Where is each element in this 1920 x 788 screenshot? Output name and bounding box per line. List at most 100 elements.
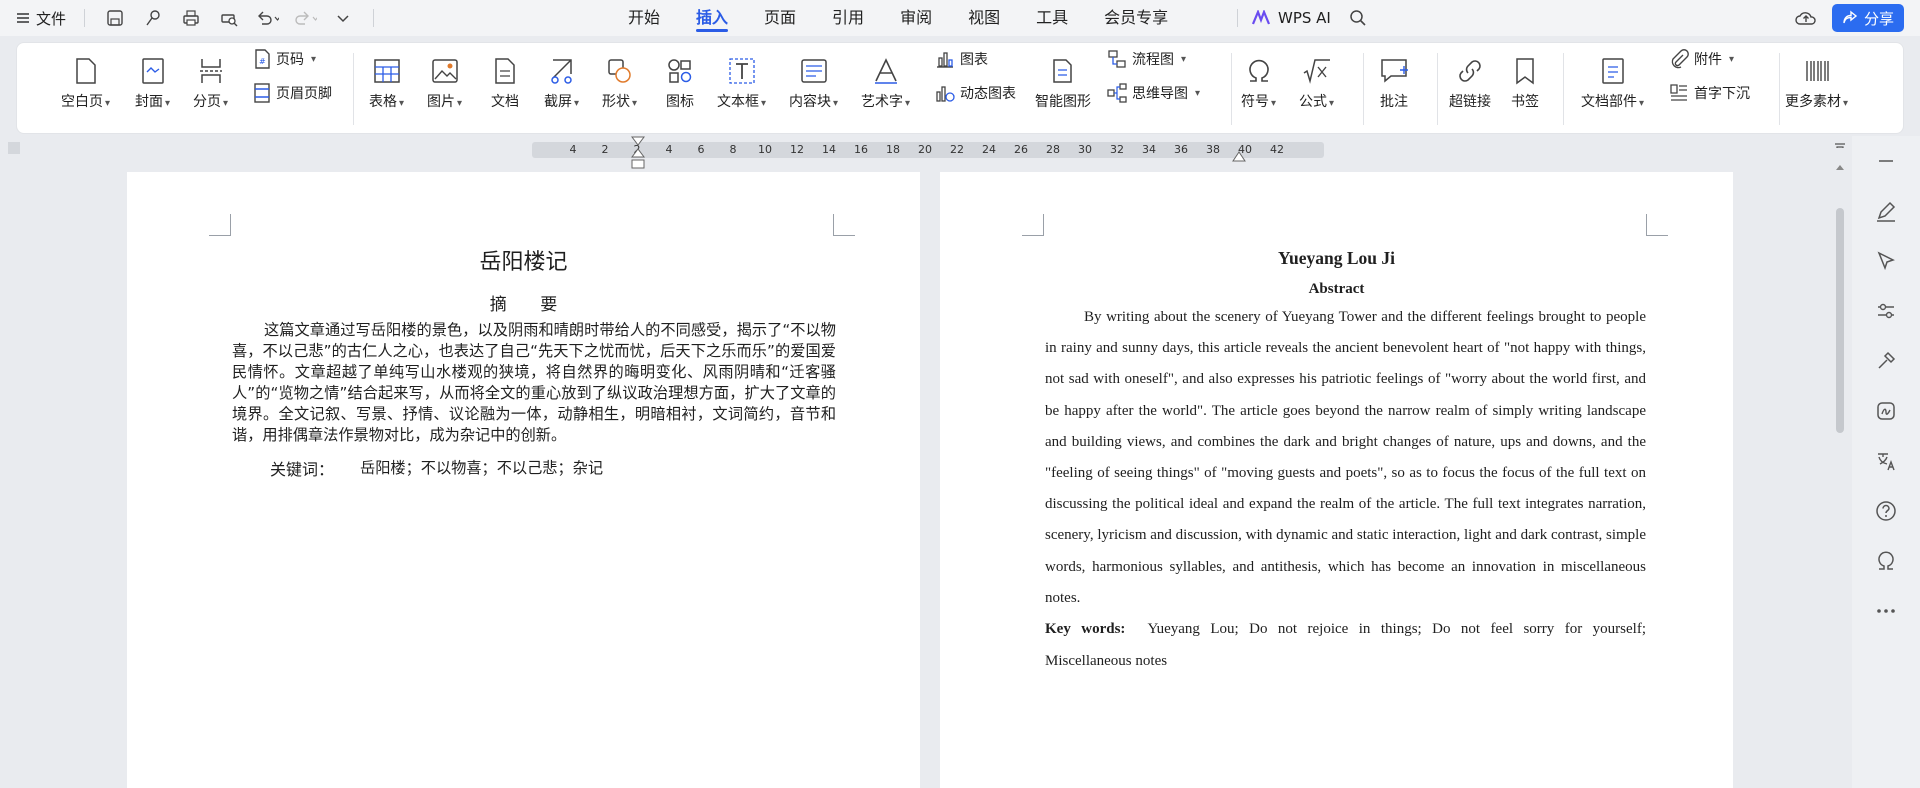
right-indent-marker[interactable] [1232, 150, 1246, 162]
page-number-label: 页码 [276, 52, 304, 68]
undo-icon[interactable] [255, 6, 280, 30]
en-abstract-heading[interactable]: Abstract [940, 281, 1733, 298]
tab-references[interactable]: 引用 [814, 0, 882, 36]
textbox-icon [728, 51, 756, 91]
save-icon[interactable] [103, 6, 127, 30]
tab-view[interactable]: 视图 [950, 0, 1018, 36]
print-icon[interactable] [179, 6, 203, 30]
omega-icon[interactable] [1875, 536, 1897, 586]
flowchart-label: 流程图 [1132, 52, 1174, 68]
blank-page-button[interactable]: 空白页 ▾ [61, 51, 110, 113]
translate-icon[interactable] [1875, 436, 1897, 486]
doc-parts-button[interactable]: 文档部件 ▾ [1581, 51, 1644, 113]
ruler-tick-label: 4 [569, 143, 577, 156]
help-icon[interactable] [1875, 486, 1897, 536]
divider [1563, 53, 1564, 125]
content-block-button[interactable]: 内容块 ▾ [789, 51, 838, 113]
tools-icon[interactable] [1875, 336, 1897, 386]
tab-tools[interactable]: 工具 [1018, 0, 1086, 36]
wordart-button[interactable]: 艺术字 ▾ [861, 51, 910, 113]
tab-stop-selector[interactable] [8, 142, 20, 154]
page-break-icon [198, 51, 224, 91]
document-button[interactable]: 文档 [491, 51, 519, 113]
comment-button[interactable]: 批注 [1379, 51, 1409, 113]
collapse-icon[interactable] [1876, 136, 1896, 186]
ruler-tick-label: 28 [1046, 143, 1060, 156]
header-footer-label: 页眉页脚 [276, 86, 332, 102]
pen-icon[interactable] [1875, 186, 1897, 236]
ruler-tick-label: 18 [886, 143, 900, 156]
attachment-button[interactable]: 附件 ▾ [1669, 49, 1734, 69]
share-button[interactable]: 分享 [1831, 4, 1904, 32]
dynamic-chart-icon [935, 83, 955, 103]
mindmap-button[interactable]: 思维导图 ▾ [1107, 83, 1200, 103]
ruler-tick-label: 32 [1110, 143, 1124, 156]
screenshot-button[interactable]: 截屏 ▾ [544, 51, 579, 113]
header-footer-button[interactable]: 页眉页脚 [253, 83, 332, 103]
search-icon[interactable] [1349, 9, 1367, 27]
chart-button[interactable]: 图表 [935, 49, 988, 69]
margin-corner [1022, 214, 1044, 236]
ruler-tick-label: 22 [950, 143, 964, 156]
formula-button[interactable]: 公式 ▾ [1299, 51, 1334, 113]
ruler-tick-label: 16 [854, 143, 868, 156]
ribbon-tabs: 开始 插入 页面 引用 审阅 视图 工具 会员专享 [610, 0, 1186, 36]
icon-library-button[interactable]: 图标 [666, 51, 694, 113]
share-link-icon[interactable] [141, 6, 165, 30]
sign-icon[interactable] [1875, 386, 1897, 436]
tab-home[interactable]: 开始 [610, 0, 678, 36]
en-abstract-body[interactable]: By writing about the scenery of Yueyang … [1045, 302, 1646, 614]
ruler-tick-label: 36 [1174, 143, 1188, 156]
dynamic-chart-button[interactable]: 动态图表 [935, 83, 1016, 103]
hyperlink-label: 超链接 [1449, 94, 1491, 110]
section-label: 分页 [193, 94, 221, 110]
select-cursor-icon[interactable] [1875, 236, 1897, 286]
more-materials-button[interactable]: 更多素材 ▾ [1785, 51, 1848, 113]
bookmark-button[interactable]: 书签 [1511, 51, 1539, 113]
tab-insert[interactable]: 插入 [678, 0, 746, 36]
drop-cap-button[interactable]: 首字下沉 [1669, 83, 1750, 103]
vertical-scrollbar[interactable] [1834, 148, 1846, 788]
paperclip-icon [1669, 49, 1689, 69]
wps-ai-button[interactable]: WPS AI [1233, 0, 1367, 36]
chevron-down-icon[interactable] [331, 6, 355, 30]
section-break-button[interactable]: 分页 ▾ [193, 51, 228, 113]
cover-button[interactable]: 封面 ▾ [135, 51, 170, 113]
picture-button[interactable]: 图片 ▾ [427, 51, 462, 113]
tab-review[interactable]: 审阅 [882, 0, 950, 36]
file-menu-button[interactable]: 文件 [16, 8, 66, 29]
scroll-up-icon[interactable] [1836, 164, 1844, 170]
print-preview-icon[interactable] [217, 6, 241, 30]
scrollbar-thumb[interactable] [1836, 208, 1844, 433]
margin-corner [1646, 214, 1668, 236]
flowchart-button[interactable]: 流程图 ▾ [1107, 49, 1186, 69]
cn-abstract-body[interactable]: 这篇文章通过写岳阳楼的景色，以及阴雨和晴朗时带给人的不同感受，揭示了“不以物喜，… [232, 320, 836, 446]
page-number-button[interactable]: # 页码 ▾ [253, 49, 316, 69]
document-label: 文档 [491, 94, 519, 110]
smart-graphic-icon [1049, 51, 1077, 91]
shape-button[interactable]: 形状 ▾ [602, 51, 637, 113]
symbol-button[interactable]: 符号 ▾ [1241, 51, 1276, 113]
en-title[interactable]: Yueyang Lou Ji [940, 248, 1733, 269]
ruler-tick-label: 34 [1142, 143, 1156, 156]
ruler-tick-label: 26 [1014, 143, 1028, 156]
cn-keywords[interactable]: 关键词： 岳阳楼；不以物喜；不以己悲；杂记 [270, 456, 603, 480]
tab-page[interactable]: 页面 [746, 0, 814, 36]
textbox-button[interactable]: 文本框 ▾ [717, 51, 766, 113]
cn-title[interactable]: 岳阳楼记 [127, 244, 920, 276]
cn-abstract-heading[interactable]: 摘 要 [127, 290, 920, 315]
tab-member[interactable]: 会员专享 [1086, 0, 1186, 36]
adjust-sliders-icon[interactable] [1875, 286, 1897, 336]
indent-marker[interactable] [631, 136, 645, 170]
redo-icon[interactable] [293, 6, 318, 30]
table-button[interactable]: 表格 ▾ [369, 51, 404, 113]
wps-ai-icon [1252, 10, 1272, 26]
header-footer-icon [253, 83, 271, 103]
more-icon[interactable] [1875, 586, 1897, 636]
smart-graphic-button[interactable]: 智能图形 [1035, 51, 1091, 113]
cloud-upload-icon[interactable] [1794, 6, 1818, 30]
hyperlink-button[interactable]: 超链接 [1449, 51, 1491, 113]
horizontal-ruler[interactable]: 4224681012141618202224262830323436384042 [532, 142, 1324, 158]
ruler-tick-label: 6 [697, 143, 705, 156]
en-keywords[interactable]: Key words: Yueyang Lou; Do not rejoice in… [1045, 613, 1646, 677]
